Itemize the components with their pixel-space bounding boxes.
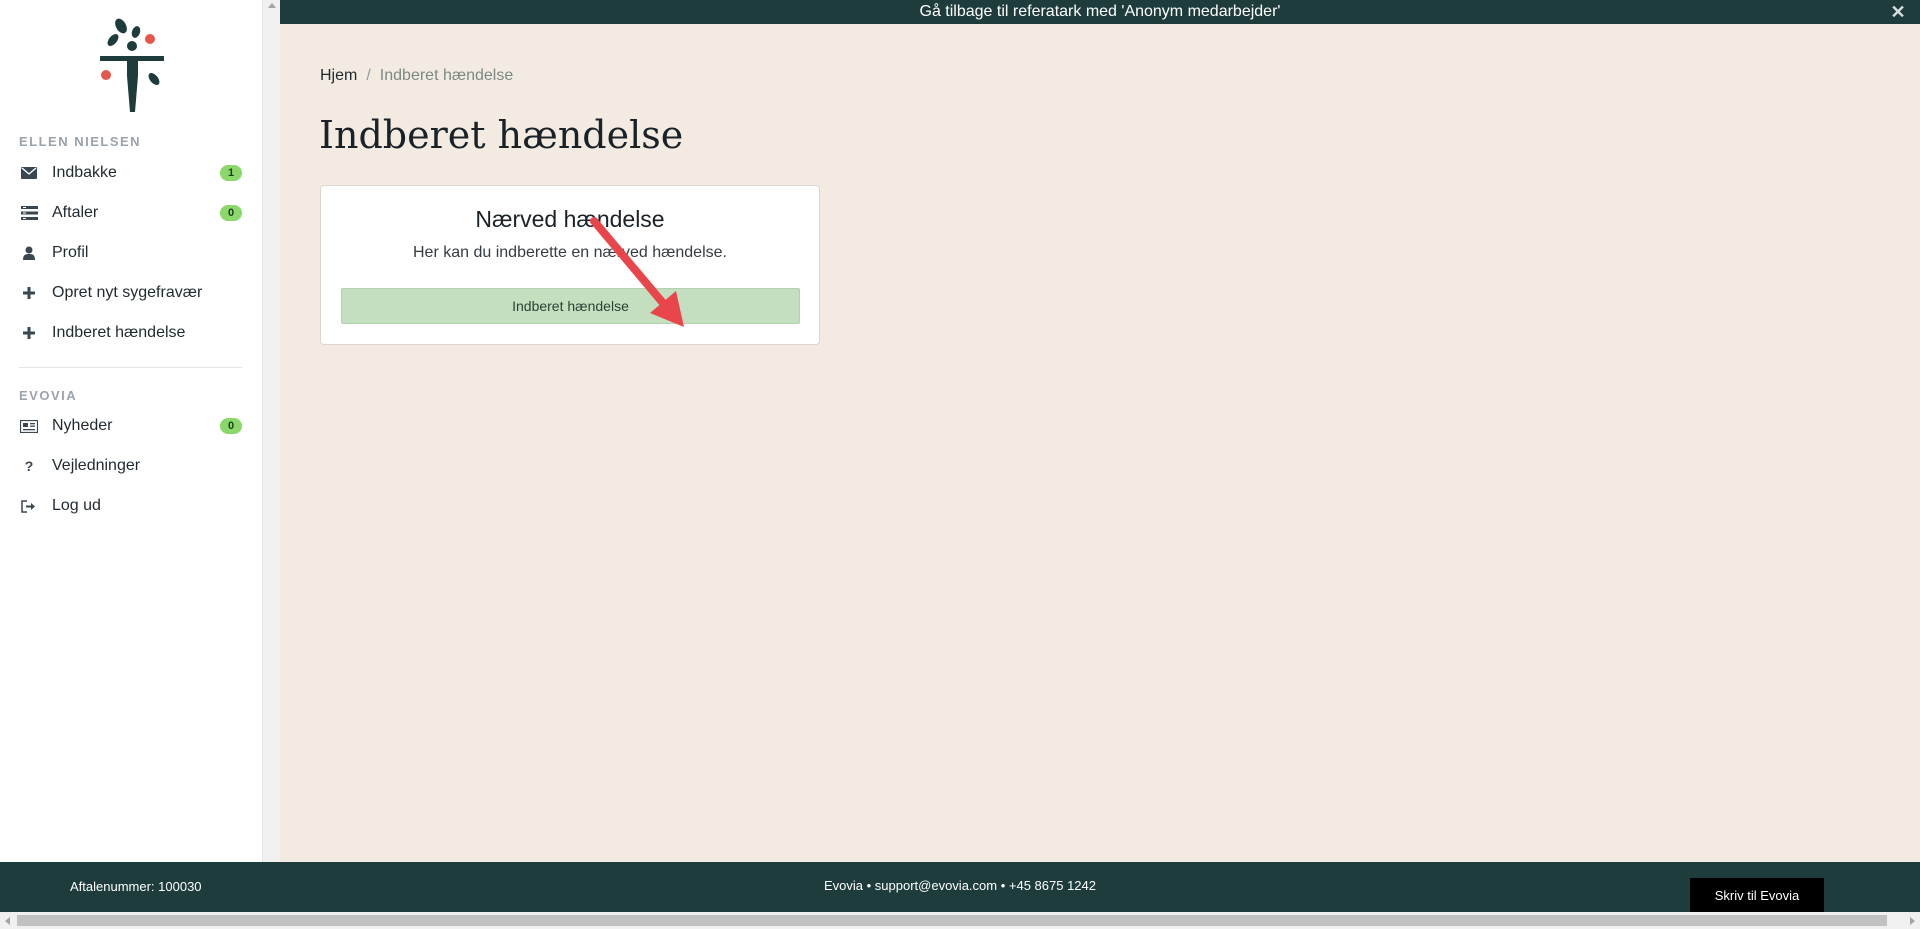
main-content: Hjem / Indberet hændelse Indberet hændel… xyxy=(280,24,1920,862)
breadcrumb-current: Indberet hændelse xyxy=(379,67,514,84)
sidebar-item-aftaler[interactable]: Aftaler 0 xyxy=(0,193,262,233)
sidebar-item-label: Aftaler xyxy=(52,204,99,221)
close-icon[interactable]: ✕ xyxy=(1890,3,1906,21)
scroll-right-icon[interactable] xyxy=(1910,917,1915,925)
sidebar-divider xyxy=(19,367,242,368)
scroll-left-icon[interactable] xyxy=(5,917,10,925)
sidebar-item-nyheder[interactable]: Nyheder 0 xyxy=(0,406,262,446)
sidebar-item-label: Nyheder xyxy=(52,417,113,434)
user-section-title: ELLEN NIELSEN xyxy=(19,134,142,149)
sidebar-item-opret-sygefravaer[interactable]: Opret nyt sygefravær xyxy=(0,273,262,313)
plus-icon xyxy=(20,324,38,342)
sidebar: ELLEN NIELSEN Indbakke 1 Aftaler 0 Profi… xyxy=(0,0,262,862)
sidebar-item-vejledninger[interactable]: ? Vejledninger xyxy=(0,446,262,486)
count-badge: 0 xyxy=(220,418,242,434)
breadcrumb: Hjem / Indberet hændelse xyxy=(320,67,513,85)
list-icon xyxy=(20,204,38,222)
sidebar-item-label: Profil xyxy=(52,244,89,261)
contact-info: Evovia • support@evovia.com • +45 8675 1… xyxy=(824,878,1096,893)
write-to-evovia-button[interactable]: Skriv til Evovia xyxy=(1690,878,1824,913)
org-section-title: EVOVIA xyxy=(19,388,78,403)
sidebar-item-label: Indberet hændelse xyxy=(52,324,186,341)
breadcrumb-home[interactable]: Hjem xyxy=(320,67,357,85)
page-title: Indberet hændelse xyxy=(319,113,684,157)
sidebar-item-profil[interactable]: Profil xyxy=(0,233,262,273)
horizontal-scrollbar[interactable] xyxy=(0,912,1920,929)
incident-card: Nærved hændelse Her kan du indberette en… xyxy=(320,185,820,345)
user-icon xyxy=(20,244,38,262)
card-title: Nærved hændelse xyxy=(475,206,665,232)
card-description: Her kan du indberette en nærved hændelse… xyxy=(413,244,727,261)
sidebar-item-label: Vejledninger xyxy=(52,457,141,474)
sidebar-item-label: Opret nyt sygefravær xyxy=(52,284,203,301)
sidebar-item-label: Indbakke xyxy=(52,164,117,181)
count-badge: 0 xyxy=(220,205,242,221)
count-badge: 1 xyxy=(220,165,242,181)
sidebar-item-indberet-haendelse[interactable]: Indberet hændelse xyxy=(0,313,262,353)
back-banner-text[interactable]: Gå tilbage til referatark med 'Anonym me… xyxy=(920,3,1281,21)
breadcrumb-separator: / xyxy=(366,67,371,84)
plus-icon xyxy=(20,284,38,302)
newspaper-icon xyxy=(20,417,38,435)
sidebar-item-indbakke[interactable]: Indbakke 1 xyxy=(0,153,262,193)
sidebar-scrollbar[interactable] xyxy=(262,0,280,862)
back-banner[interactable]: Gå tilbage til referatark med 'Anonym me… xyxy=(280,0,1920,24)
sidebar-item-label: Log ud xyxy=(52,497,101,514)
evovia-logo[interactable] xyxy=(92,16,172,114)
logout-icon xyxy=(20,497,38,515)
scroll-up-icon[interactable] xyxy=(268,3,276,8)
footer: Aftalenummer: 100030 Evovia • support@ev… xyxy=(0,862,1920,913)
report-incident-button[interactable]: Indberet hændelse xyxy=(341,288,800,324)
sidebar-item-log-ud[interactable]: Log ud xyxy=(0,486,262,526)
envelope-icon xyxy=(20,164,38,182)
question-icon: ? xyxy=(24,458,34,474)
scrollbar-thumb[interactable] xyxy=(17,915,1887,926)
